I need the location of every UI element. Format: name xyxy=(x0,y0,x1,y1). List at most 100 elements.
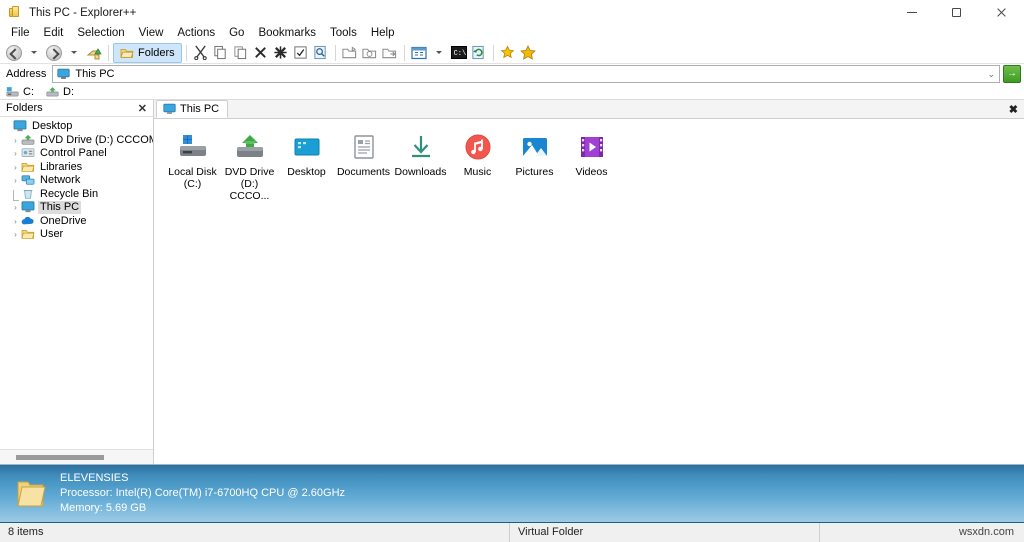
menu-selection[interactable]: Selection xyxy=(70,25,131,42)
close-button[interactable] xyxy=(979,0,1024,25)
close-x-bold-icon xyxy=(274,46,287,59)
menu-tools[interactable]: Tools xyxy=(323,25,364,42)
tab-bar: This PC ✖ xyxy=(154,100,1024,119)
terminal-icon: C:\ xyxy=(450,46,467,59)
back-button[interactable] xyxy=(4,43,24,63)
file-item-videos[interactable]: Videos xyxy=(563,129,620,208)
menu-bookmarks[interactable]: Bookmarks xyxy=(251,25,323,42)
tree-expander[interactable]: › xyxy=(10,136,21,145)
file-item-downloads[interactable]: Downloads xyxy=(392,129,449,208)
delete-button[interactable] xyxy=(251,43,271,63)
tree-item-dvd-drive[interactable]: › DVD Drive (D:) CCCOMA_X64I xyxy=(0,134,153,148)
file-item-dvd-drive-d[interactable]: DVD Drive (D:) CCCO... xyxy=(221,129,278,208)
status-folder-type: Virtual Folder xyxy=(510,522,820,542)
window-title: This PC - Explorer++ xyxy=(29,6,137,19)
drive-c-button[interactable]: C: xyxy=(6,86,34,98)
file-item-documents[interactable]: Documents xyxy=(335,129,392,208)
up-button[interactable] xyxy=(84,43,104,63)
app-folder-icon xyxy=(7,5,23,21)
menu-actions[interactable]: Actions xyxy=(170,25,222,42)
new-folder-button[interactable] xyxy=(340,43,360,63)
minimize-icon xyxy=(906,12,917,13)
file-item-sublabel: (D:) CCCO... xyxy=(229,178,270,202)
folder-copy-icon xyxy=(362,48,377,58)
scrollbar-thumb[interactable] xyxy=(16,454,104,460)
minimize-button[interactable] xyxy=(889,0,934,25)
folders-toggle-button[interactable]: Folders xyxy=(113,42,182,63)
copy-path-button[interactable] xyxy=(360,43,380,63)
menu-help[interactable]: Help xyxy=(364,25,402,42)
folders-pane-close-icon[interactable]: ✕ xyxy=(136,102,149,115)
folders-pane-header: Folders ✕ xyxy=(0,100,153,117)
file-item-pictures[interactable]: Pictures xyxy=(506,129,563,208)
tree-item-libraries[interactable]: › Libraries xyxy=(0,161,153,175)
organize-bookmarks-button[interactable] xyxy=(518,43,538,63)
menu-bar: File Edit Selection View Actions Go Book… xyxy=(0,25,1024,42)
tab-this-pc[interactable]: This PC xyxy=(156,100,229,118)
tree-item-label: This PC xyxy=(38,201,82,215)
status-bar: 8 items Virtual Folder wsxdn.com xyxy=(0,522,1024,542)
close-x-icon xyxy=(255,47,267,58)
drive-d-label: D: xyxy=(63,85,74,98)
tree-item-this-pc[interactable]: › This PC xyxy=(0,201,153,215)
memory-info: Memory: 5.69 GB xyxy=(60,502,147,514)
search-button[interactable] xyxy=(311,43,331,63)
tree-item-network[interactable]: › Network xyxy=(0,174,153,188)
drive-d-button[interactable]: D: xyxy=(46,86,74,98)
dvd-drive-icon xyxy=(46,86,59,96)
title-bar: This PC - Explorer++ xyxy=(0,0,1024,25)
copy-to-folder-button[interactable] xyxy=(380,43,400,63)
properties-button[interactable] xyxy=(291,43,311,63)
views-dropdown-button[interactable] xyxy=(429,43,449,63)
tree-item-label: Libraries xyxy=(40,160,83,173)
address-input[interactable]: This PC ⌄ xyxy=(52,65,1000,83)
file-item-music[interactable]: Music xyxy=(449,129,506,208)
tree-item-recycle-bin[interactable]: Recycle Bin xyxy=(0,188,153,202)
recycle-bin-icon xyxy=(21,188,35,201)
menu-go[interactable]: Go xyxy=(222,25,251,42)
refresh-button[interactable] xyxy=(469,43,489,63)
this-pc-icon xyxy=(21,201,35,214)
file-item-label: Pictures xyxy=(515,166,554,178)
cut-button[interactable] xyxy=(191,43,211,63)
folders-pane-hscrollbar[interactable] xyxy=(0,449,153,464)
tree-expander[interactable]: › xyxy=(10,203,21,212)
forward-dropdown-button[interactable] xyxy=(64,43,84,63)
address-label: Address xyxy=(6,68,47,80)
refresh-icon xyxy=(472,45,484,60)
tab-close-icon[interactable]: ✖ xyxy=(1009,103,1018,116)
tree-item-desktop[interactable]: Desktop xyxy=(0,120,153,134)
delete-permanently-button[interactable] xyxy=(271,43,291,63)
watermark: wsxdn.com xyxy=(958,526,1014,538)
copy-button[interactable] xyxy=(211,43,231,63)
tree-item-user[interactable]: › User xyxy=(0,228,153,242)
file-item-local-disk-c[interactable]: Local Disk (C:) xyxy=(164,129,221,208)
menu-edit[interactable]: Edit xyxy=(37,25,71,42)
tree-expander[interactable]: › xyxy=(10,163,21,172)
file-item-desktop[interactable]: Desktop xyxy=(278,129,335,208)
tree-expander[interactable]: › xyxy=(10,230,21,239)
views-button[interactable] xyxy=(409,43,429,63)
documents-folder-icon xyxy=(348,131,380,163)
tree-expander[interactable]: › xyxy=(10,217,21,226)
tree-item-control-panel[interactable]: › Control Panel xyxy=(0,147,153,161)
menu-view[interactable]: View xyxy=(132,25,171,42)
maximize-icon xyxy=(952,8,961,17)
star-icon xyxy=(519,44,536,60)
paste-button[interactable] xyxy=(231,43,251,63)
maximize-button[interactable] xyxy=(934,0,979,25)
tree-expander[interactable]: › xyxy=(10,176,21,185)
content-area: Folders ✕ Desktop › DVD Drive (D:) CCCO … xyxy=(0,100,1024,464)
back-dropdown-button[interactable] xyxy=(24,43,44,63)
chevron-down-icon xyxy=(435,51,442,54)
search-icon xyxy=(314,45,326,60)
go-button[interactable]: → xyxy=(1003,65,1021,83)
command-prompt-button[interactable]: C:\ xyxy=(449,43,469,63)
forward-button[interactable] xyxy=(44,43,64,63)
chevron-down-icon[interactable]: ⌄ xyxy=(987,69,995,80)
tab-label: This PC xyxy=(180,103,220,115)
menu-file[interactable]: File xyxy=(4,25,37,42)
tree-item-onedrive[interactable]: › OneDrive xyxy=(0,215,153,229)
bookmark-button[interactable] xyxy=(498,43,518,63)
tree-expander[interactable]: › xyxy=(10,149,21,158)
